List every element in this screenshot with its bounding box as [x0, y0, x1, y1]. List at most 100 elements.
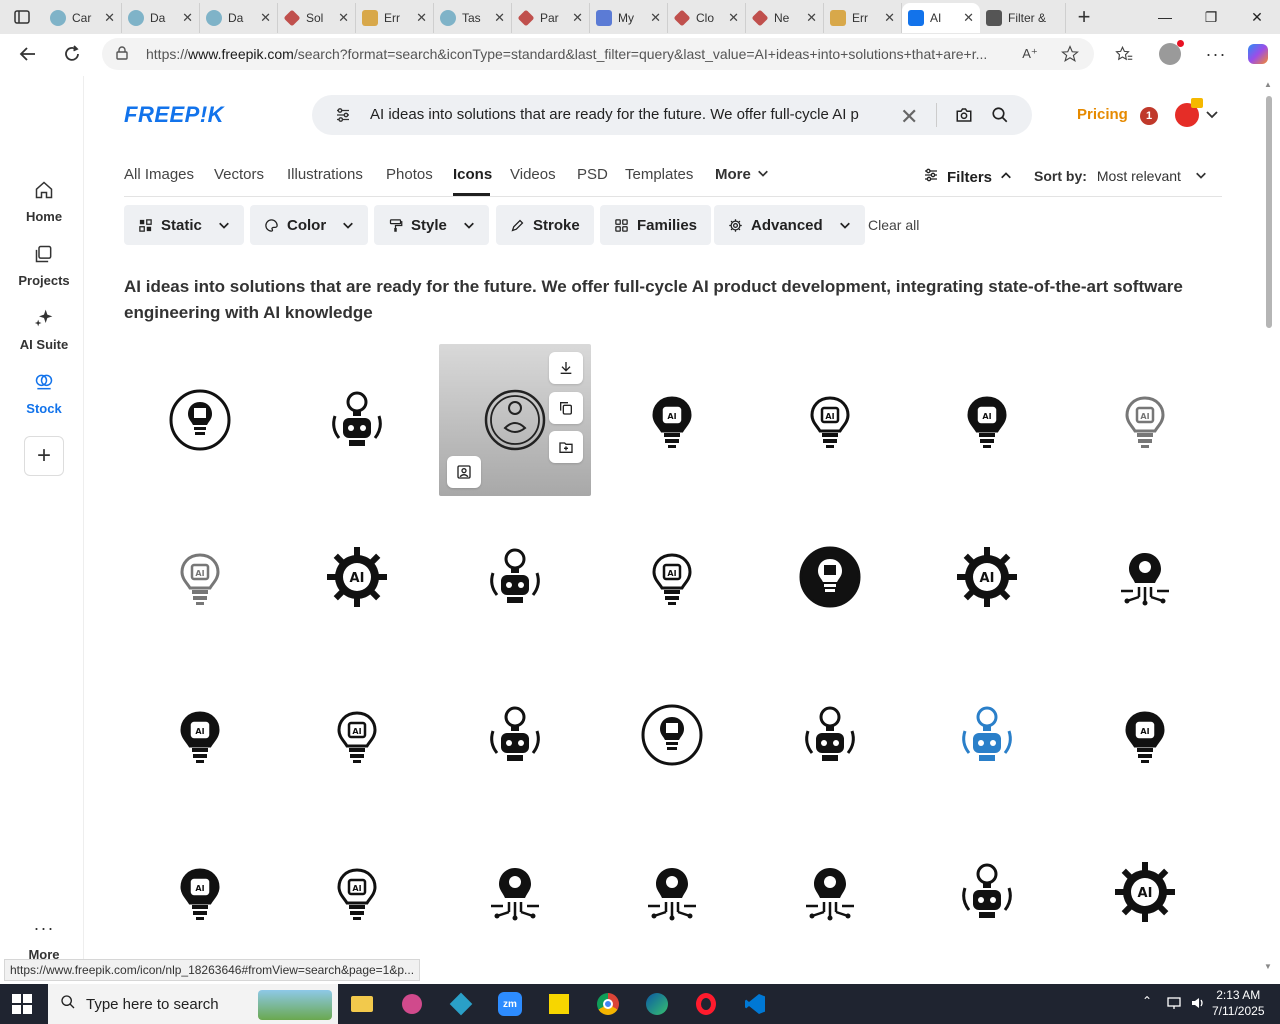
- save-to-collection-icon[interactable]: [549, 431, 583, 463]
- scroll-thumb[interactable]: [1266, 96, 1272, 328]
- result-card[interactable]: [596, 816, 748, 968]
- browser-tab[interactable]: Da ✕: [200, 3, 278, 33]
- tab-vectors[interactable]: Vectors: [214, 166, 264, 183]
- close-tab-icon[interactable]: ✕: [963, 10, 974, 26]
- notification-badge[interactable]: 1: [1140, 107, 1158, 125]
- browser-tab[interactable]: Tas ✕: [434, 3, 512, 33]
- volume-icon[interactable]: [1190, 995, 1206, 1016]
- result-card[interactable]: AI: [596, 501, 748, 653]
- close-tab-icon[interactable]: ✕: [806, 10, 817, 26]
- back-icon[interactable]: [6, 34, 50, 74]
- tab-videos[interactable]: Videos: [510, 166, 556, 183]
- result-card[interactable]: [911, 659, 1063, 811]
- browser-tab[interactable]: Sol ✕: [278, 3, 356, 33]
- tray-chevron-icon[interactable]: ⌃: [1142, 994, 1152, 1008]
- result-card[interactable]: [754, 501, 906, 653]
- browser-tab[interactable]: Err ✕: [824, 3, 902, 33]
- filter-stroke-button[interactable]: Stroke: [496, 205, 594, 245]
- close-tab-icon[interactable]: ✕: [260, 10, 271, 26]
- close-window-icon[interactable]: ✕: [1234, 0, 1280, 34]
- search-icon[interactable]: [991, 106, 1009, 129]
- filter-style-button[interactable]: Style: [374, 205, 489, 245]
- url-field[interactable]: https://www.freepik.com/search?format=se…: [102, 38, 1094, 70]
- read-aloud-icon[interactable]: A⁺: [1010, 34, 1050, 74]
- result-card[interactable]: [439, 659, 591, 811]
- filter-advanced-button[interactable]: Advanced: [714, 205, 865, 245]
- result-card[interactable]: AI: [124, 501, 276, 653]
- tab-illustrations[interactable]: Illustrations: [287, 166, 363, 183]
- browser-tab[interactable]: Filter &: [980, 3, 1066, 33]
- taskbar-clock[interactable]: 2:13 AM 7/11/2025: [1212, 987, 1265, 1019]
- result-card[interactable]: [281, 344, 433, 496]
- copilot-icon[interactable]: [1238, 34, 1278, 74]
- freepik-logo[interactable]: FREEP!K: [124, 102, 224, 128]
- copy-icon[interactable]: [549, 392, 583, 424]
- sidebar-item-ai-suite[interactable]: AI Suite: [4, 308, 84, 352]
- result-card[interactable]: AI: [596, 344, 748, 496]
- tab-icons[interactable]: Icons: [453, 166, 492, 183]
- minimize-icon[interactable]: —: [1142, 0, 1188, 34]
- avatar[interactable]: [1175, 98, 1203, 127]
- close-tab-icon[interactable]: ✕: [572, 10, 583, 26]
- close-tab-icon[interactable]: ✕: [494, 10, 505, 26]
- camera-icon[interactable]: [955, 106, 973, 129]
- result-card[interactable]: AI: [281, 816, 433, 968]
- search-settings-icon[interactable]: [334, 106, 352, 129]
- sidebar-item-more[interactable]: ··· More: [4, 918, 84, 962]
- tab-photos[interactable]: Photos: [386, 166, 433, 183]
- browser-tab[interactable]: Par ✕: [512, 3, 590, 33]
- windows-start-icon[interactable]: [12, 994, 32, 1019]
- edit-image-icon[interactable]: [447, 456, 481, 488]
- tab-templates[interactable]: Templates: [625, 166, 693, 183]
- sidebar-item-stock[interactable]: Stock: [4, 372, 84, 416]
- scroll-down-icon[interactable]: ▼: [1264, 962, 1272, 971]
- result-card[interactable]: AI: [124, 816, 276, 968]
- browser-tab[interactable]: My ✕: [590, 3, 668, 33]
- sort-dropdown[interactable]: Sort by: Most relevant: [1034, 168, 1207, 184]
- sticky-notes-icon[interactable]: [539, 988, 579, 1020]
- close-tab-icon[interactable]: ✕: [104, 10, 115, 26]
- result-card[interactable]: AI: [281, 501, 433, 653]
- close-tab-icon[interactable]: ✕: [728, 10, 739, 26]
- close-tab-icon[interactable]: ✕: [182, 10, 193, 26]
- clear-all-button[interactable]: Clear all: [868, 217, 919, 233]
- result-card[interactable]: [754, 816, 906, 968]
- tab-all-images[interactable]: All Images: [124, 166, 194, 183]
- filter-static-button[interactable]: Static: [124, 205, 244, 245]
- result-card[interactable]: [1069, 501, 1221, 653]
- more-options-icon[interactable]: ···: [1196, 34, 1236, 74]
- close-tab-icon[interactable]: ✕: [416, 10, 427, 26]
- result-card[interactable]: [124, 344, 276, 496]
- result-card[interactable]: AI: [1069, 344, 1221, 496]
- result-card[interactable]: [754, 659, 906, 811]
- file-explorer-icon[interactable]: [342, 988, 382, 1020]
- sidebar-item-projects[interactable]: Projects: [4, 244, 84, 288]
- network-icon[interactable]: [1166, 995, 1182, 1016]
- scrollbar[interactable]: ▲ ▼: [1262, 80, 1276, 976]
- result-card[interactable]: [439, 344, 591, 496]
- browser-tab[interactable]: Car ✕: [44, 3, 122, 33]
- result-card[interactable]: [439, 816, 591, 968]
- favorite-star-icon[interactable]: [1050, 34, 1090, 74]
- profile-icon[interactable]: [1150, 34, 1190, 74]
- result-card[interactable]: [911, 816, 1063, 968]
- close-tab-icon[interactable]: ✕: [338, 10, 349, 26]
- result-card[interactable]: [596, 659, 748, 811]
- filter-families-button[interactable]: Families: [600, 205, 712, 245]
- taskbar-search-input[interactable]: Type here to search: [48, 984, 338, 1024]
- close-tab-icon[interactable]: ✕: [884, 10, 895, 26]
- tab-more[interactable]: More: [715, 166, 769, 183]
- close-tab-icon[interactable]: ✕: [650, 10, 661, 26]
- vscode-icon[interactable]: [735, 988, 775, 1020]
- result-card[interactable]: AI: [1069, 816, 1221, 968]
- tab-psd[interactable]: PSD: [577, 166, 608, 183]
- search-input[interactable]: AI ideas into solutions that are ready f…: [370, 106, 890, 123]
- favorites-icon[interactable]: [1104, 34, 1144, 74]
- sidebar-item-home[interactable]: Home: [4, 180, 84, 224]
- app-icon-diamond[interactable]: [441, 988, 481, 1020]
- chrome-icon[interactable]: [588, 988, 628, 1020]
- browser-tab[interactable]: Clo ✕: [668, 3, 746, 33]
- result-card[interactable]: AI: [124, 659, 276, 811]
- opera-icon[interactable]: [686, 988, 726, 1020]
- browser-tab[interactable]: Da ✕: [122, 3, 200, 33]
